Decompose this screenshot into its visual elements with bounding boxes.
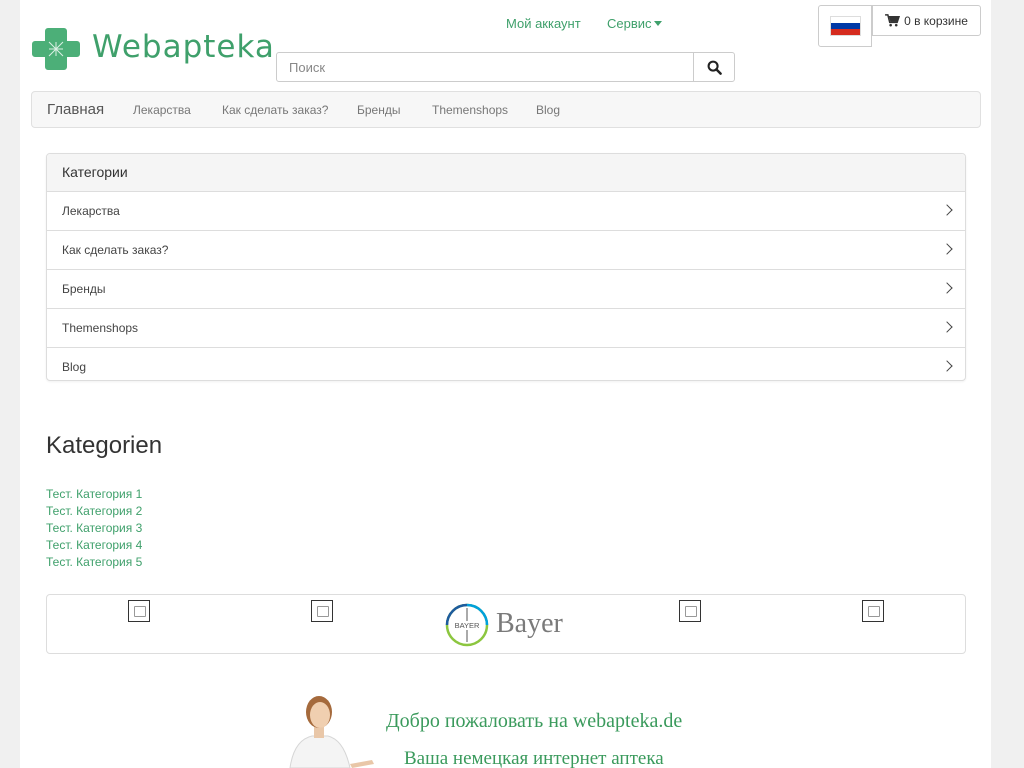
my-account-link[interactable]: Мой аккаунт	[506, 16, 581, 31]
chevron-right-icon	[941, 282, 953, 294]
nav-item-themenshops[interactable]: Themenshops	[432, 103, 508, 117]
test-category-link[interactable]: Тест. Категория 4	[46, 537, 142, 554]
category-row-medicines[interactable]: Лекарства	[47, 192, 965, 231]
service-label: Сервис	[607, 16, 652, 31]
welcome-line-2: Ваша немецкая интернет аптека	[404, 748, 664, 768]
kategorien-list: Тест. Категория 1 Тест. Категория 2 Тест…	[46, 486, 142, 571]
test-category-link[interactable]: Тест. Категория 5	[46, 554, 142, 571]
test-category-link[interactable]: Тест. Категория 3	[46, 520, 142, 537]
welcome-line-1: Добро пожаловать на webapteka.de	[386, 710, 683, 732]
categories-panel-title: Категории	[47, 154, 965, 192]
service-dropdown[interactable]: Сервис	[607, 16, 662, 31]
category-row-label: Themenshops	[62, 321, 139, 335]
broken-image-icon[interactable]	[862, 600, 884, 622]
logo-text: Webapteka	[92, 29, 275, 65]
cross-logo-icon	[32, 28, 80, 70]
bayer-cross-text: BAYER	[455, 621, 480, 630]
search-button[interactable]	[693, 53, 734, 81]
nav-item-brands[interactable]: Бренды	[357, 103, 400, 117]
nav-item-medicines[interactable]: Лекарства	[133, 103, 191, 117]
pharmacist-image	[289, 696, 374, 768]
category-row-themenshops[interactable]: Themenshops	[47, 309, 965, 348]
bayer-brand-logo[interactable]: BAYER Bayer	[444, 602, 574, 648]
cart-button[interactable]: 0 в корзине	[872, 5, 981, 36]
test-category-link[interactable]: Тест. Категория 1	[46, 486, 142, 503]
caret-down-icon	[653, 21, 662, 26]
brands-carousel: BAYER Bayer	[46, 594, 966, 654]
nav-item-how-to-order[interactable]: Как сделать заказ?	[222, 103, 328, 117]
broken-image-icon[interactable]	[128, 600, 150, 622]
site-logo[interactable]: Webapteka	[32, 25, 274, 73]
category-row-label: Лекарства	[62, 204, 120, 218]
page: Webapteka Мой аккаунт Сервис 0 в корзине	[20, 0, 991, 768]
cart-label: 0 в корзине	[904, 13, 968, 28]
category-row-brands[interactable]: Бренды	[47, 270, 965, 309]
category-row-blog[interactable]: Blog	[47, 348, 965, 386]
main-navbar: Главная Лекарства Как сделать заказ? Бре…	[31, 91, 981, 128]
russian-flag-icon	[829, 16, 861, 36]
category-row-label: Blog	[62, 360, 87, 374]
language-selector[interactable]	[818, 5, 872, 47]
chevron-right-icon	[941, 321, 953, 333]
chevron-right-icon	[941, 360, 953, 372]
cart-icon	[885, 14, 901, 27]
search-input[interactable]	[277, 53, 695, 81]
chevron-right-icon	[941, 204, 953, 216]
bayer-label: Bayer	[496, 608, 563, 639]
category-row-label: Как сделать заказ?	[62, 243, 169, 257]
test-category-link[interactable]: Тест. Категория 2	[46, 503, 142, 520]
broken-image-icon[interactable]	[311, 600, 333, 622]
categories-panel: Категории Лекарства Как сделать заказ? Б…	[46, 153, 966, 381]
welcome-banner: Добро пожаловать на webapteka.de Ваша не…	[280, 690, 720, 768]
bayer-cross-icon: BAYER	[445, 603, 489, 647]
category-row-how-to-order[interactable]: Как сделать заказ?	[47, 231, 965, 270]
nav-item-blog[interactable]: Blog	[536, 103, 560, 117]
search-bar	[276, 52, 735, 82]
chevron-right-icon	[941, 243, 953, 255]
search-icon	[707, 60, 722, 75]
nav-item-home[interactable]: Главная	[47, 101, 104, 118]
broken-image-icon[interactable]	[679, 600, 701, 622]
category-row-label: Бренды	[62, 282, 106, 296]
kategorien-heading: Kategorien	[46, 432, 163, 459]
